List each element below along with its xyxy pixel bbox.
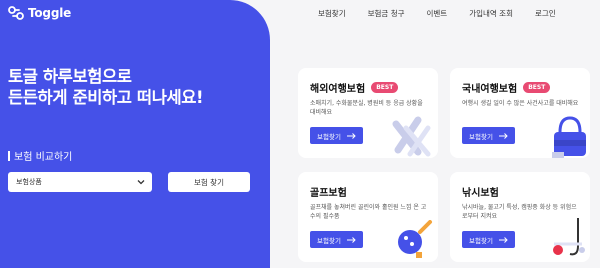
arrow-right-icon — [346, 132, 356, 139]
brand-name: Toggle — [28, 6, 72, 20]
arrow-right-icon — [498, 236, 508, 243]
label-marker — [8, 150, 10, 161]
toggle-logo-icon — [8, 6, 24, 20]
card-button-label: 보험찾기 — [317, 132, 341, 141]
card-fishing[interactable]: 낚시보험 낚시바늘, 물고기 특성, 캠핑중 화상 등 위험으로부터 지켜요 보… — [450, 172, 590, 262]
card-title-text: 국내여행보험 — [462, 84, 518, 95]
arrow-right-icon — [346, 236, 356, 243]
top-nav: 보험찾기 보험금 청구 이벤트 가입내역 조회 로그인 — [318, 8, 556, 19]
card-title: 낚시보험 — [462, 184, 499, 199]
bag-illustration-icon — [552, 116, 586, 158]
product-select[interactable]: 보험상품 — [8, 172, 152, 192]
hero-panel: Toggle 토글 하루보험으로 든든하게 준비하고 떠나세요! 보험 비교하기… — [0, 0, 270, 268]
card-title-text: 골프보험 — [310, 188, 347, 199]
hero-title-line2: 든든하게 준비하고 떠나세요! — [8, 88, 204, 107]
nav-item-login[interactable]: 로그인 — [535, 8, 556, 19]
fishing-illustration-icon — [553, 218, 585, 256]
hero-title-line1: 토글 하루보험으로 — [8, 67, 132, 86]
card-title: 국내여행보험 BEST — [462, 80, 551, 95]
compare-label-text: 보험 비교하기 — [14, 152, 73, 163]
card-description: 골프채를 놓쳐버린 골린이와 홀인원 느낌 온 고수의 필수품 — [310, 204, 427, 220]
card-title-text: 해외여행보험 — [310, 84, 366, 95]
arrow-right-icon — [498, 132, 508, 139]
card-overseas-travel[interactable]: 해외여행보험 BEST 소매치기, 수화물분실, 병원비 등 응급 상황을 대비… — [298, 68, 438, 158]
product-select-value: 보험상품 — [16, 178, 42, 186]
card-find-button[interactable]: 보험찾기 — [462, 127, 515, 144]
hero-title: 토글 하루보험으로 든든하게 준비하고 떠나세요! — [8, 66, 204, 108]
nav-item-claim[interactable]: 보험금 청구 — [368, 8, 405, 19]
best-badge: BEST — [523, 82, 551, 93]
nav-item-history[interactable]: 가입내역 조회 — [469, 8, 513, 19]
brand-logo[interactable]: Toggle — [8, 6, 71, 20]
compare-label: 보험 비교하기 — [8, 148, 72, 163]
card-find-button[interactable]: 보험찾기 — [462, 231, 515, 248]
golf-illustration-icon — [398, 220, 432, 258]
best-badge: BEST — [371, 82, 399, 93]
card-find-button[interactable]: 보험찾기 — [310, 231, 363, 248]
card-button-label: 보험찾기 — [469, 132, 493, 141]
card-title: 해외여행보험 BEST — [310, 80, 399, 95]
card-button-label: 보험찾기 — [317, 236, 341, 245]
card-description: 여행시 생길 일이 수 많은 사건사고를 대비해요 — [462, 100, 579, 107]
card-button-label: 보험찾기 — [469, 236, 493, 245]
find-insurance-button[interactable]: 보험 찾기 — [168, 172, 250, 192]
card-find-button[interactable]: 보험찾기 — [310, 127, 363, 144]
passport-illustration-icon — [392, 116, 431, 157]
nav-item-event[interactable]: 이벤트 — [427, 8, 448, 19]
card-golf[interactable]: 골프보험 골프채를 놓쳐버린 골린이와 홀인원 느낌 온 고수의 필수품 보험찾… — [298, 172, 438, 262]
card-title-text: 낚시보험 — [462, 188, 499, 199]
nav-item-find[interactable]: 보험찾기 — [318, 8, 346, 19]
card-domestic-travel[interactable]: 국내여행보험 BEST 여행시 생길 일이 수 많은 사건사고를 대비해요 보험… — [450, 68, 590, 158]
chevron-down-icon — [137, 180, 145, 185]
card-title: 골프보험 — [310, 184, 347, 199]
